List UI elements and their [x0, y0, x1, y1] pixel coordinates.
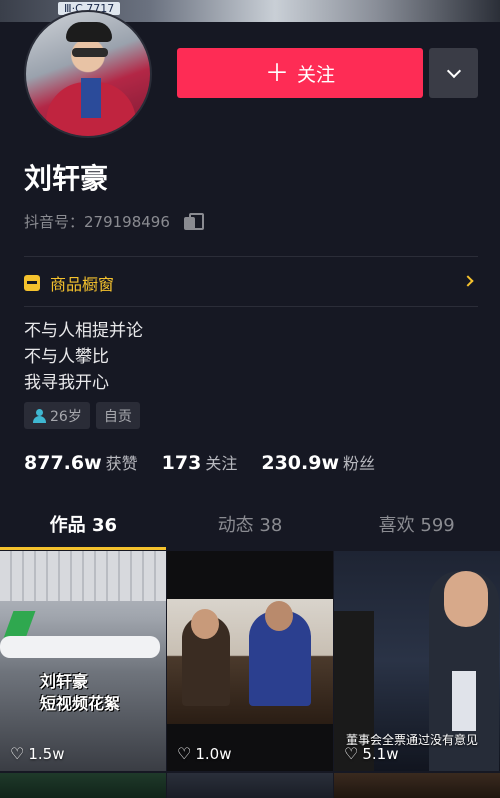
content-tabs: 作品 36 动态 38 喜欢 599 [0, 498, 500, 550]
bio-line: 我寻我开心 [24, 373, 109, 393]
tab-works[interactable]: 作品 36 [0, 498, 167, 550]
location-tag: 自贡 [95, 402, 140, 429]
video-thumbnail[interactable] [0, 773, 166, 798]
stat-following[interactable]: 173 关注 [162, 450, 238, 474]
video-likes: ♡ 1.0w [177, 745, 231, 763]
video-thumbnail[interactable]: 刘轩豪 短视频花絮 ♡ 1.5w [0, 551, 166, 771]
video-likes-count: 5.1w [362, 745, 399, 763]
shop-window-label: 商品橱窗 [50, 275, 115, 294]
douyin-id: 抖音号：279198496 [24, 213, 170, 231]
video-thumbnail[interactable]: 董事会全票通过没有意见 ♡ 5.1w [334, 551, 500, 771]
profile-tags: 26岁 自贡 [24, 402, 140, 429]
heart-icon: ♡ [10, 744, 25, 763]
stat-value: 877.6w [24, 452, 102, 474]
bio-line: 不与人攀比 [24, 347, 109, 367]
more-options-button[interactable] [429, 48, 478, 98]
stat-value: 173 [161, 452, 202, 474]
bio: 不与人相提并论 不与人攀比 我寻我开心 [24, 318, 143, 396]
stat-likes: 877.6w 获赞 [24, 450, 138, 474]
location-tag-label: 自贡 [103, 408, 132, 425]
follow-button[interactable]: ＋ 关注 [177, 48, 423, 98]
copy-icon[interactable] [183, 212, 204, 231]
video-likes-count: 1.0w [195, 745, 232, 763]
profile-name: 刘轩豪 [24, 162, 109, 195]
stat-value: 230.9w [261, 452, 340, 474]
profile-stats: 877.6w 获赞 173 关注 230.9w 粉丝 [24, 450, 399, 474]
tab-likes[interactable]: 喜欢 599 [333, 498, 500, 550]
avatar[interactable] [24, 10, 152, 138]
heart-icon: ♡ [177, 744, 192, 763]
age-tag-label: 26岁 [50, 408, 82, 425]
douyin-id-row: 抖音号：279198496 [24, 211, 204, 232]
chevron-right-icon [462, 275, 474, 287]
chevron-down-icon [446, 63, 461, 78]
video-likes: ♡ 5.1w [344, 745, 398, 763]
video-overlay-line: 短视频花絮 [40, 694, 121, 713]
stat-label: 粉丝 [343, 454, 376, 473]
bio-line: 不与人相提并论 [24, 321, 143, 341]
video-thumbnail[interactable]: ♡ 1.0w [167, 551, 333, 771]
plus-icon: ＋ [264, 59, 289, 87]
video-likes-count: 1.5w [28, 745, 65, 763]
tab-indicator [0, 547, 166, 550]
shop-icon [24, 275, 40, 291]
divider [24, 306, 478, 307]
divider [24, 256, 478, 257]
person-icon [32, 408, 46, 423]
follow-button-label: 关注 [296, 63, 335, 86]
video-grid: 刘轩豪 短视频花絮 ♡ 1.5w ♡ 1.0w 董事会全票通过没有意见 ♡ 5.… [0, 551, 500, 798]
video-likes: ♡ 1.5w [10, 745, 64, 763]
heart-icon: ♡ [344, 744, 359, 763]
video-thumbnail[interactable] [167, 773, 333, 798]
video-overlay-line: 刘轩豪 [40, 672, 89, 691]
stat-label: 获赞 [105, 454, 138, 473]
tab-activity[interactable]: 动态 38 [167, 498, 334, 550]
video-overlay-text: 刘轩豪 短视频花絮 [40, 671, 120, 715]
stat-followers[interactable]: 230.9w 粉丝 [261, 450, 375, 474]
stat-label: 关注 [205, 454, 238, 473]
shop-window-row[interactable]: 商品橱窗 [24, 268, 478, 298]
video-thumbnail[interactable] [334, 773, 500, 798]
age-tag: 26岁 [24, 402, 90, 429]
